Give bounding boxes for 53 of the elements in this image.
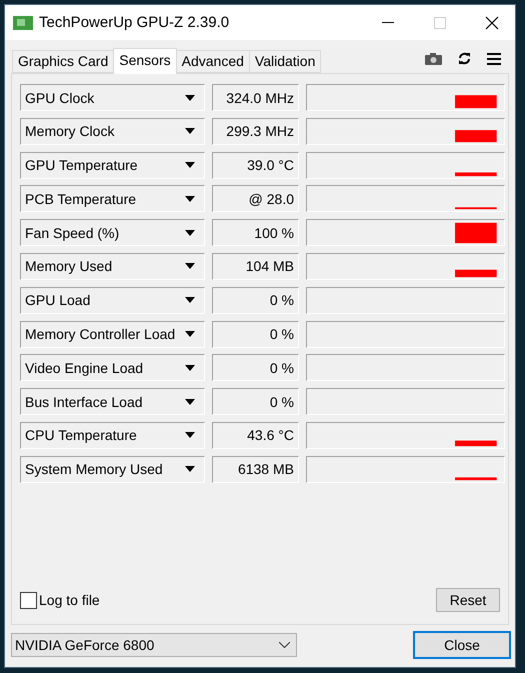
sensor-selector[interactable]: Memory Controller Load xyxy=(20,320,205,348)
sensor-selector[interactable]: GPU Load xyxy=(20,286,205,314)
sensor-reading: 324.0 MHz xyxy=(212,84,299,111)
dropdown-caret-icon xyxy=(185,432,195,438)
sensor-selector[interactable]: Fan Speed (%) xyxy=(20,219,205,246)
sensor-selector[interactable]: Video Engine Load xyxy=(20,354,205,382)
graphics-card-icon xyxy=(13,14,33,30)
dropdown-caret-icon xyxy=(185,230,195,236)
sensor-selector[interactable]: GPU Temperature xyxy=(20,152,205,179)
reset-button[interactable]: Reset xyxy=(436,588,500,612)
sensor-reading: 6138 MB xyxy=(212,456,299,483)
sensor-reading: 0 % xyxy=(212,320,299,348)
log-to-file-checkbox[interactable]: Log to file xyxy=(20,592,100,608)
minimize-icon xyxy=(382,22,394,24)
sensor-reading: 39.0 °C xyxy=(212,152,299,179)
sensor-selector[interactable]: Bus Interface Load xyxy=(20,388,205,416)
close-icon xyxy=(485,16,499,30)
sensor-selector[interactable]: Memory Clock xyxy=(20,118,205,145)
close-dialog-button[interactable]: Close xyxy=(413,631,511,659)
sensor-selector[interactable]: Memory Used xyxy=(20,252,205,280)
sensor-reading: 43.6 °C xyxy=(212,422,299,449)
dropdown-caret-icon xyxy=(185,297,195,304)
tab[interactable]: Graphics Card xyxy=(12,50,114,73)
camera-icon[interactable] xyxy=(425,52,442,64)
maximize-icon xyxy=(434,16,446,28)
dropdown-caret-icon xyxy=(185,162,195,168)
sensor-reading: 0 % xyxy=(212,388,299,416)
dropdown-caret-icon xyxy=(185,364,195,371)
tab[interactable]: Validation xyxy=(248,50,322,73)
sensor-selector[interactable]: PCB Temperature xyxy=(20,185,205,212)
dropdown-caret-icon xyxy=(185,398,195,405)
sensor-reading: @ 28.0 xyxy=(212,185,299,212)
dropdown-caret-icon xyxy=(185,263,195,270)
sensor-selector[interactable]: System Memory Used xyxy=(20,456,205,483)
sensor-reading: 100 % xyxy=(212,219,299,246)
sensor-reading: 104 MB xyxy=(212,252,299,280)
tab[interactable]: Sensors xyxy=(113,48,177,74)
dropdown-caret-icon xyxy=(185,331,195,338)
tab[interactable]: Advanced xyxy=(176,50,250,73)
dropdown-caret-icon xyxy=(185,128,195,134)
gpu-select[interactable]: NVIDIA GeForce 6800 xyxy=(11,633,297,657)
dropdown-caret-icon xyxy=(185,196,195,202)
sensor-reading: 0 % xyxy=(212,354,299,382)
sensor-reading: 299.3 MHz xyxy=(212,118,299,145)
chevron-down-icon xyxy=(279,642,290,648)
sensor-selector[interactable]: GPU Clock xyxy=(20,84,205,111)
dropdown-caret-icon xyxy=(185,94,195,100)
dropdown-caret-icon xyxy=(185,466,195,472)
refresh-icon[interactable] xyxy=(458,52,471,65)
sensor-selector[interactable]: CPU Temperature xyxy=(20,422,205,449)
window-title: TechPowerUp GPU-Z 2.39.0 xyxy=(39,14,230,31)
sensor-reading: 0 % xyxy=(212,286,299,314)
menu-icon[interactable] xyxy=(487,52,501,64)
